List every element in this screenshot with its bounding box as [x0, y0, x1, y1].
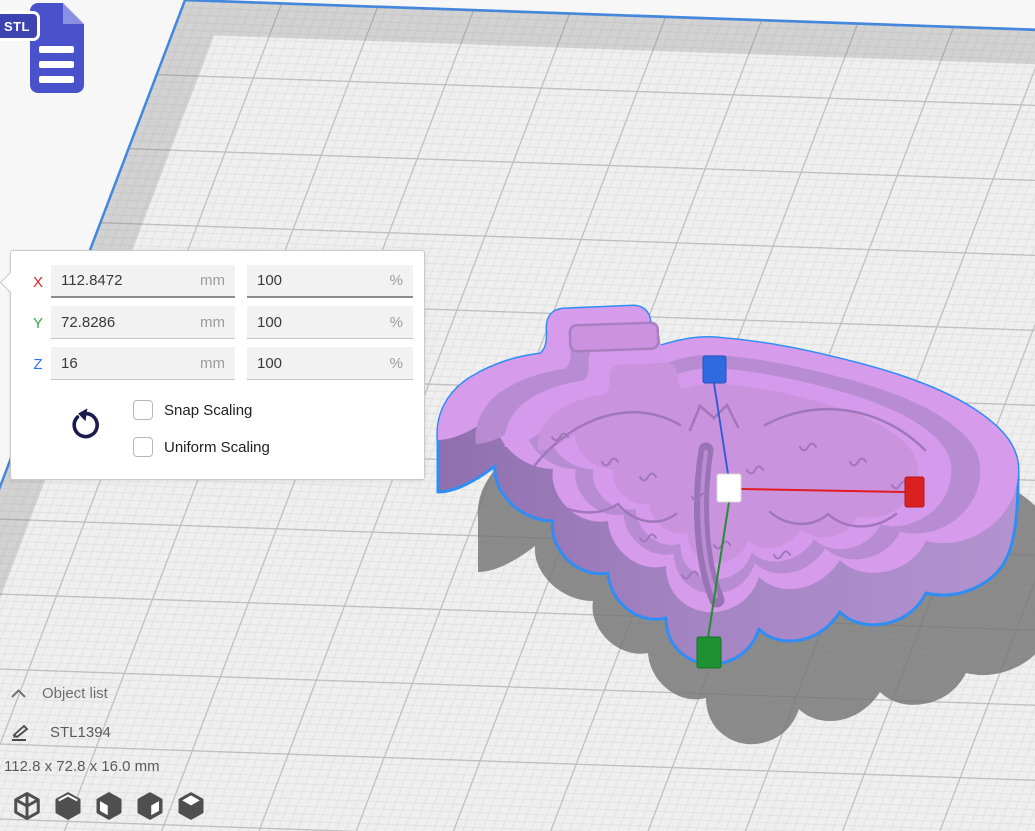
- scale-x-mm-input[interactable]: 112.8472 mm: [51, 265, 235, 298]
- scale-handle-center[interactable]: [717, 474, 741, 502]
- object-list-item[interactable]: STL1394: [10, 721, 160, 743]
- uniform-scaling-row: Uniform Scaling: [133, 436, 270, 458]
- scale-z-mm-input[interactable]: 16 mm: [51, 347, 235, 380]
- scale-x-percent-value: 100: [257, 272, 282, 289]
- scale-x-percent-unit: %: [390, 272, 403, 289]
- scale-x-percent-input[interactable]: 100 %: [247, 265, 413, 298]
- application-window: STL X 112.8472 mm 100 % Y 72.8286 mm 100…: [0, 0, 1035, 831]
- scale-y-percent-unit: %: [390, 314, 403, 331]
- folded-corner: [63, 3, 84, 24]
- scale-y-percent-input[interactable]: 100 %: [247, 306, 413, 339]
- pencil-icon: [10, 723, 30, 741]
- camera-view-toolbar: [12, 790, 206, 822]
- scale-x-mm-value: 112.8472: [61, 272, 122, 289]
- chevron-up-icon: [10, 688, 27, 699]
- snap-scaling-checkbox[interactable]: [133, 400, 153, 420]
- scale-z-percent-value: 100: [257, 355, 282, 372]
- scale-row-y: Y 72.8286 mm 100 %: [11, 306, 424, 340]
- scale-handle-z[interactable]: [703, 356, 726, 383]
- stl-badge: STL: [0, 11, 40, 41]
- view-top-button[interactable]: [94, 790, 124, 822]
- scale-z-mm-unit: mm: [200, 355, 225, 372]
- scale-z-mm-value: 16: [61, 355, 78, 372]
- reset-scale-button[interactable]: [67, 407, 103, 445]
- model-dimensions-label: 112.8 x 72.8 x 16.0 mm: [4, 758, 160, 775]
- axis-label-y: Y: [27, 306, 49, 340]
- scale-y-mm-unit: mm: [200, 314, 225, 331]
- object-list-header: Object list: [42, 685, 108, 702]
- object-list-toggle[interactable]: Object list: [10, 682, 160, 704]
- object-name: STL1394: [50, 724, 111, 741]
- snap-scaling-label: Snap Scaling: [164, 402, 252, 419]
- object-list: Object list STL1394 112.8 x 72.8 x 16.0 …: [10, 682, 160, 775]
- scale-tool-panel: X 112.8472 mm 100 % Y 72.8286 mm 100 % Z: [10, 250, 425, 480]
- scale-y-percent-value: 100: [257, 314, 282, 331]
- scale-y-mm-input[interactable]: 72.8286 mm: [51, 306, 235, 339]
- axis-label-z: Z: [27, 347, 49, 381]
- scale-handle-x[interactable]: [905, 477, 924, 507]
- scale-x-mm-unit: mm: [200, 272, 225, 289]
- scale-y-mm-value: 72.8286: [61, 314, 115, 331]
- scale-handle-y[interactable]: [697, 637, 721, 668]
- tab-slot: [570, 322, 659, 351]
- view-left-button[interactable]: [135, 790, 165, 822]
- scale-row-z: Z 16 mm 100 %: [11, 347, 424, 381]
- scale-z-percent-input[interactable]: 100 %: [247, 347, 413, 380]
- scale-z-percent-unit: %: [390, 355, 403, 372]
- snap-scaling-row: Snap Scaling: [133, 399, 252, 421]
- view-front-button[interactable]: [53, 790, 83, 822]
- view-right-button[interactable]: [176, 790, 206, 822]
- axis-label-x: X: [27, 265, 49, 299]
- uniform-scaling-label: Uniform Scaling: [164, 439, 270, 456]
- scale-row-x: X 112.8472 mm 100 %: [11, 265, 424, 299]
- view-3d-button[interactable]: [12, 790, 42, 822]
- uniform-scaling-checkbox[interactable]: [133, 437, 153, 457]
- file-type-icon: STL: [0, 0, 100, 100]
